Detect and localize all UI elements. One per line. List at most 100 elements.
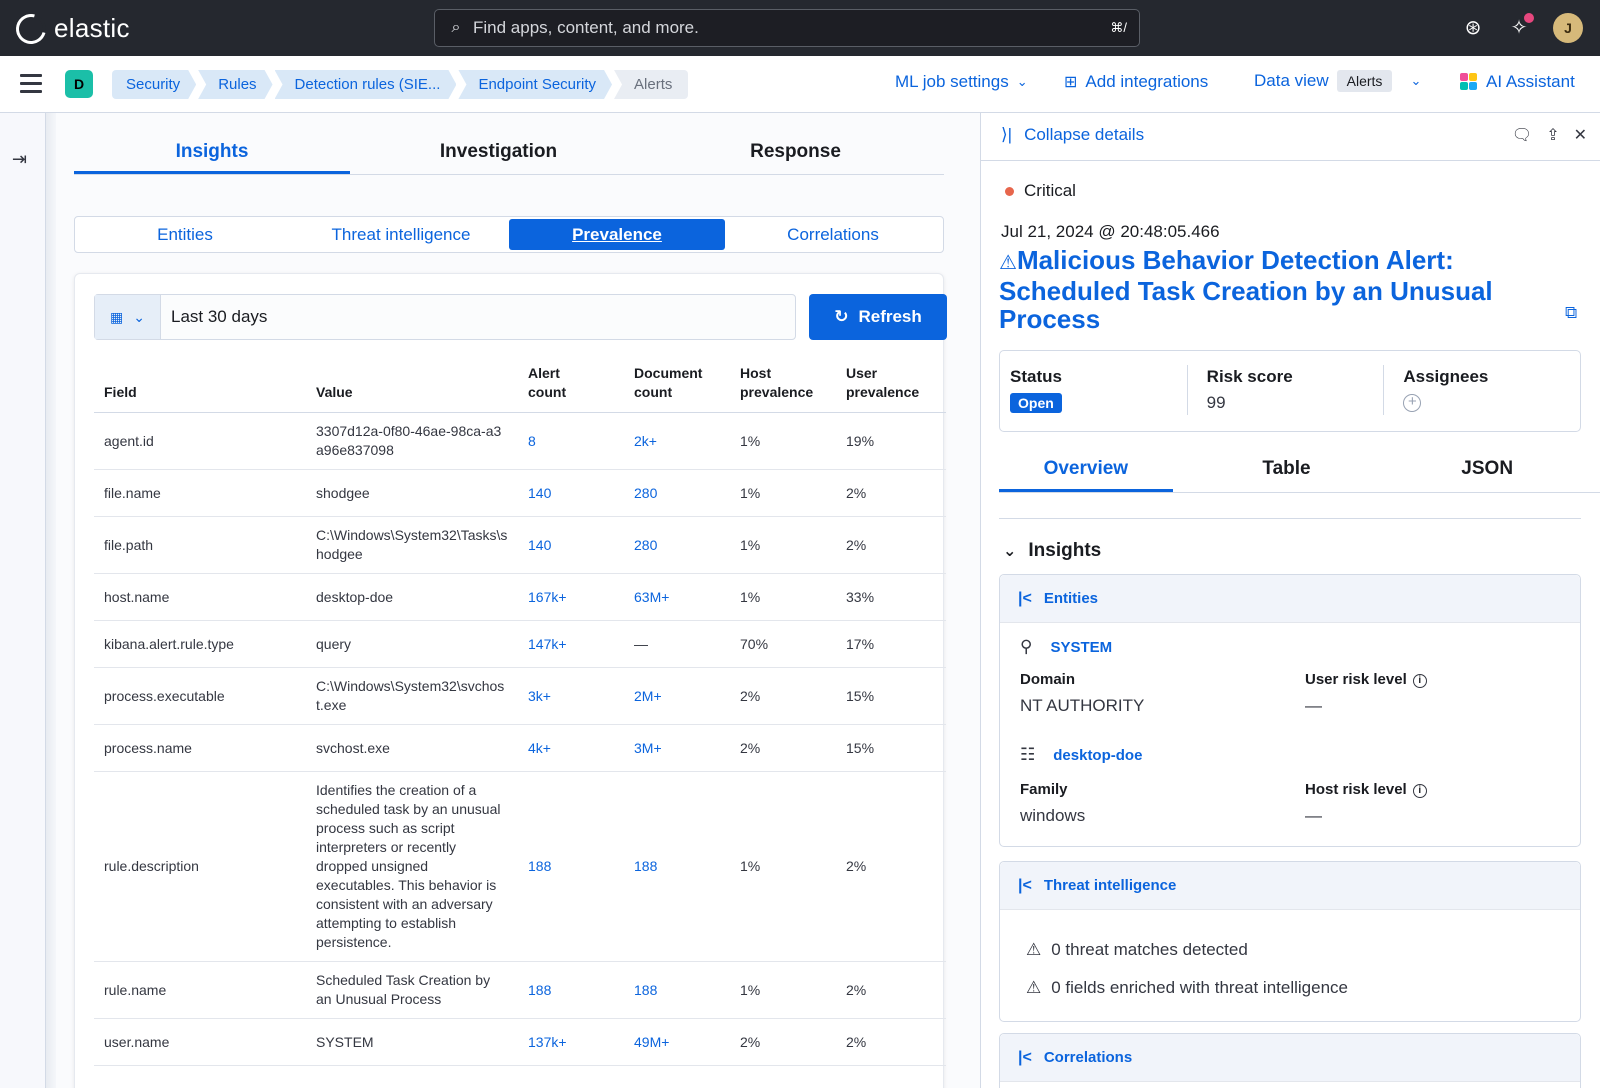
add-integrations-button[interactable]: ⊞ Add integrations xyxy=(1064,72,1208,92)
host-entity-link[interactable]: ☷ desktop-doe xyxy=(1020,745,1142,765)
alert-details-flyout: ⟩| Collapse details 🗨 ⇪ ✕ Critical Jul 2… xyxy=(980,113,1600,1088)
cell-host-prevalence: 1% xyxy=(730,771,836,962)
subtab-correlations[interactable]: Correlations xyxy=(725,219,941,250)
chat-icon[interactable]: 🗨 xyxy=(1512,125,1532,145)
add-integrations-label: Add integrations xyxy=(1085,72,1209,91)
correlations-section: |< Correlations xyxy=(999,1033,1581,1088)
warning-icon: ⚠ xyxy=(1026,978,1042,997)
refresh-label: Refresh xyxy=(858,307,922,326)
external-link-icon[interactable]: ⧉ xyxy=(1565,303,1577,323)
host-entity: ☷ desktop-doe xyxy=(1020,745,1142,765)
global-search-input[interactable]: ⌕ Find apps, content, and more. ⌘/ xyxy=(434,9,1140,47)
breadcrumb-detection-rules[interactable]: Detection rules (SIE... xyxy=(275,70,457,99)
flyout-header: ⟩| Collapse details 🗨 ⇪ ✕ xyxy=(981,113,1600,161)
data-view-picker[interactable]: Data view Alerts ⌄ xyxy=(1254,70,1421,92)
user-entity-link[interactable]: ⚲ SYSTEM xyxy=(1020,637,1112,657)
subtab-entities[interactable]: Entities xyxy=(77,219,293,250)
assignees-label: Assignees xyxy=(1403,367,1489,386)
host-entity-name: desktop-doe xyxy=(1053,746,1143,764)
date-picker[interactable]: ▦ ⌄ Last 30 days xyxy=(94,294,796,340)
threat-intelligence-section: |< Threat intelligence ⚠ 0 threat matche… xyxy=(999,861,1581,1022)
tab-table[interactable]: Table xyxy=(1200,449,1374,492)
correlations-title: Correlations xyxy=(1043,1049,1133,1066)
alert-title[interactable]: ⚠Malicious Behavior Detection Alert: Sch… xyxy=(999,246,1539,333)
cell-document-count[interactable]: 3M+ xyxy=(624,724,730,772)
subtab-threat-intelligence[interactable]: Threat intelligence xyxy=(293,219,509,250)
cell-alert-count[interactable]: 3k+ xyxy=(518,667,624,725)
expand-left-icon: |< xyxy=(1018,876,1032,894)
help-icon[interactable]: ⊛ xyxy=(1460,15,1486,41)
breadcrumb-alerts: Alerts xyxy=(614,70,689,99)
cell-alert-count[interactable]: 8 xyxy=(518,412,624,470)
expand-left-icon: |< xyxy=(1018,1048,1032,1066)
add-integrations-icon: ⊞ xyxy=(1064,74,1078,91)
tab-investigation[interactable]: Investigation xyxy=(350,139,647,174)
cell-value: Scheduled Task Creation by an Unusual Pr… xyxy=(306,961,518,1019)
date-range-text: Last 30 days xyxy=(171,307,268,326)
top-header-bar: elastic ⌕ Find apps, content, and more. … xyxy=(0,0,1600,56)
collapse-details-button[interactable]: ⟩| Collapse details xyxy=(1001,125,1144,145)
column-header-value: Value xyxy=(306,354,518,413)
threat-matches-row: ⚠ 0 threat matches detected xyxy=(1026,940,1248,960)
table-header-row: Field Value Alert count Document count H… xyxy=(94,354,946,413)
cell-field: rule.description xyxy=(94,771,306,962)
quick-select-button[interactable]: ▦ ⌄ xyxy=(95,295,161,339)
insights-section-toggle[interactable]: ⌄ Insights xyxy=(1003,540,1101,562)
breadcrumb-rules[interactable]: Rules xyxy=(198,70,272,99)
subtab-prevalence[interactable]: Prevalence xyxy=(509,219,725,250)
correlations-header[interactable]: |< Correlations xyxy=(1000,1034,1580,1082)
close-icon[interactable]: ✕ xyxy=(1574,125,1587,145)
insights-tabs: Insights Investigation Response xyxy=(74,139,944,175)
tab-overview[interactable]: Overview xyxy=(999,449,1173,492)
cell-alert-count[interactable]: 140 xyxy=(518,516,624,574)
cell-document-count[interactable]: 188 xyxy=(624,961,730,1019)
breadcrumb-security[interactable]: Security xyxy=(112,70,196,99)
cell-document-count[interactable]: 2M+ xyxy=(624,667,730,725)
share-icon[interactable]: ⇪ xyxy=(1546,125,1559,145)
status-badge[interactable]: Open xyxy=(1010,393,1062,413)
tab-response[interactable]: Response xyxy=(647,139,944,174)
cell-alert-count[interactable]: 4k+ xyxy=(518,724,624,772)
cell-document-count[interactable]: 63M+ xyxy=(624,573,730,621)
cell-document-count[interactable]: 280 xyxy=(624,469,730,517)
ml-job-settings-button[interactable]: ML job settings ⌄ xyxy=(895,72,1028,92)
cell-alert-count[interactable]: 167k+ xyxy=(518,573,624,621)
refresh-button[interactable]: ↻ Refresh xyxy=(809,294,947,340)
space-avatar[interactable]: D xyxy=(65,70,93,98)
info-icon[interactable]: i xyxy=(1412,784,1427,798)
refresh-icon: ↻ xyxy=(834,307,849,326)
cell-document-count[interactable]: 49M+ xyxy=(624,1018,730,1066)
cell-document-count[interactable]: 2k+ xyxy=(624,412,730,470)
cell-alert-count[interactable]: 140 xyxy=(518,469,624,517)
host-risk-label-row: Host risk level i xyxy=(1305,781,1427,798)
add-assignee-icon[interactable]: + xyxy=(1403,394,1422,412)
cell-document-count[interactable]: 188 xyxy=(624,771,730,962)
elastic-logo[interactable]: elastic xyxy=(10,8,130,49)
cell-alert-count[interactable]: 137k+ xyxy=(518,1018,624,1066)
family-value: windows xyxy=(1020,806,1086,825)
info-icon[interactable]: i xyxy=(1412,674,1427,688)
risk-score-value: 99 xyxy=(1206,393,1226,412)
entities-header[interactable]: |< Entities xyxy=(1000,575,1580,623)
threat-intelligence-header[interactable]: |< Threat intelligence xyxy=(1000,862,1580,910)
column-header-document-count: Document count xyxy=(624,354,730,413)
collapse-details-label: Collapse details xyxy=(1024,125,1145,144)
cell-alert-count[interactable]: 188 xyxy=(518,961,624,1019)
user-avatar[interactable]: J xyxy=(1553,13,1583,43)
tab-json[interactable]: JSON xyxy=(1400,449,1574,492)
column-header-host-prevalence: Host prevalence xyxy=(730,354,836,413)
cell-user-prevalence: 17% xyxy=(836,620,946,668)
table-row: rule.description Identifies the creation … xyxy=(94,771,946,962)
elastic-logo-icon xyxy=(10,8,52,49)
cell-value: shodgee xyxy=(306,469,518,517)
cell-alert-count[interactable]: 188 xyxy=(518,771,624,962)
cell-alert-count[interactable]: 147k+ xyxy=(518,620,624,668)
ai-assistant-button[interactable]: AI Assistant xyxy=(1460,72,1575,92)
breadcrumb-endpoint-security[interactable]: Endpoint Security xyxy=(458,70,612,99)
tab-insights[interactable]: Insights xyxy=(74,139,350,174)
cell-field: file.path xyxy=(94,516,306,574)
expand-nav-icon[interactable]: ⇥ xyxy=(12,149,27,170)
cell-document-count[interactable]: 280 xyxy=(624,516,730,574)
breadcrumb: Security Rules Detection rules (SIE... E… xyxy=(112,70,690,99)
menu-icon[interactable] xyxy=(20,74,42,94)
